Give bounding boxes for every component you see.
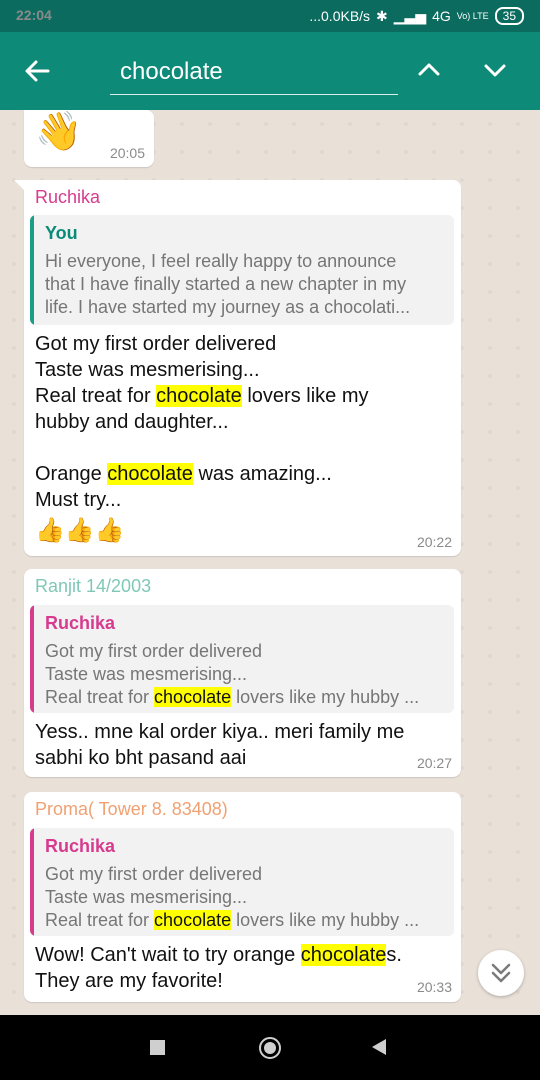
- system-nav-bar: [0, 1015, 540, 1080]
- quote-line: Taste was mesmerising...: [45, 887, 248, 907]
- message-line: Taste was mesmerising...: [35, 359, 260, 381]
- message-line: They are my favorite!: [35, 970, 223, 992]
- chevron-down-icon[interactable]: [479, 54, 511, 86]
- back-icon[interactable]: [372, 1039, 386, 1055]
- search-highlight: chocolate: [300, 944, 387, 966]
- quote-line: Taste was mesmerising...: [45, 664, 248, 684]
- message-bubble[interactable]: Proma( Tower 8. 83408) Ruchika Got my fi…: [24, 792, 461, 1002]
- battery-icon: 35: [494, 7, 524, 25]
- thumbs-up-emoji: 👍👍👍: [35, 517, 125, 544]
- message-line: Yess.. mne kal order kiya.. meri family …: [35, 721, 405, 743]
- quote-line: Real treat for chocolate lovers like my …: [45, 910, 420, 930]
- quote-sender: Ruchika: [45, 613, 116, 633]
- sender-name: Proma( Tower 8. 83408): [35, 799, 228, 819]
- quoted-message[interactable]: Ruchika Got my first order delivered Tas…: [30, 605, 454, 713]
- search-highlight: chocolate: [107, 463, 193, 485]
- message-bubble[interactable]: Ranjit 14/2003 Ruchika Got my first orde…: [24, 569, 461, 777]
- quote-sender: You: [45, 223, 78, 243]
- message-time: 20:05: [109, 145, 145, 161]
- recent-apps-icon[interactable]: [150, 1040, 165, 1055]
- message-line: Got my first order delivered: [35, 333, 277, 355]
- status-bar: 22:04 ...0.0KB/s ✱ ▁▃▅ 4G Vo) LTE 35: [0, 0, 540, 32]
- bluetooth-icon: ✱: [376, 7, 388, 24]
- message-line: sabhi ko bht pasand aai: [35, 747, 247, 769]
- quote-line: life. I have started my journey as a cho…: [45, 297, 411, 317]
- network-speed: ...0.0KB/s: [309, 8, 371, 24]
- quote-line: Got my first order delivered: [45, 641, 263, 661]
- quote-line: Hi everyone, I feel really happy to anno…: [45, 251, 397, 271]
- message-line: Real treat for chocolate lovers like my: [35, 385, 369, 407]
- message-line: Must try...: [35, 489, 122, 511]
- status-icons: ...0.0KB/s ✱ ▁▃▅ 4G Vo) LTE 35: [309, 7, 524, 25]
- back-arrow-icon[interactable]: [22, 56, 52, 86]
- quote-line: that I have finally started a new chapte…: [45, 274, 407, 294]
- double-chevron-down-icon: [491, 963, 511, 983]
- message-time: 20:22: [416, 534, 452, 550]
- volte-label: Vo) LTE: [456, 11, 489, 21]
- quote-bar: [30, 215, 34, 325]
- quote-sender: Ruchika: [45, 836, 116, 856]
- search-input[interactable]: chocolate: [110, 54, 398, 95]
- message-bubble[interactable]: Ruchika You Hi everyone, I feel really h…: [14, 180, 461, 556]
- quote-line: Real treat for chocolate lovers like my …: [45, 687, 420, 707]
- message-line: Wow! Can't wait to try orange chocolates…: [35, 944, 402, 966]
- message-time: 20:33: [416, 979, 452, 995]
- network-type: 4G: [432, 8, 451, 24]
- sender-name: Ranjit 14/2003: [35, 576, 152, 596]
- message-line: hubby and daughter...: [35, 411, 229, 433]
- chevron-up-icon[interactable]: [413, 54, 445, 86]
- message-bubble[interactable]: 👋 20:05: [24, 110, 154, 167]
- home-icon[interactable]: [259, 1037, 281, 1059]
- quote-bar: [30, 828, 34, 936]
- sender-name: Ruchika: [35, 187, 101, 207]
- search-highlight: chocolate: [154, 687, 232, 707]
- message-line: Orange chocolate was amazing...: [35, 463, 332, 485]
- chat-area[interactable]: 👋 20:05 Ruchika You Hi everyone, I feel …: [0, 110, 540, 1015]
- search-highlight: chocolate: [154, 910, 232, 930]
- quoted-message[interactable]: You Hi everyone, I feel really happy to …: [30, 215, 454, 325]
- search-query: chocolate: [120, 58, 223, 85]
- message-time: 20:27: [416, 755, 452, 771]
- bubble-tail: [14, 180, 26, 192]
- signal-icon: ▁▃▅: [393, 7, 427, 24]
- quote-line: Got my first order delivered: [45, 864, 263, 884]
- search-highlight: chocolate: [156, 385, 242, 407]
- scroll-to-bottom-button[interactable]: [478, 950, 524, 996]
- wave-emoji: 👋: [35, 111, 83, 153]
- search-toolbar: chocolate: [0, 32, 540, 110]
- quoted-message[interactable]: Ruchika Got my first order delivered Tas…: [30, 828, 454, 936]
- quote-bar: [30, 605, 34, 713]
